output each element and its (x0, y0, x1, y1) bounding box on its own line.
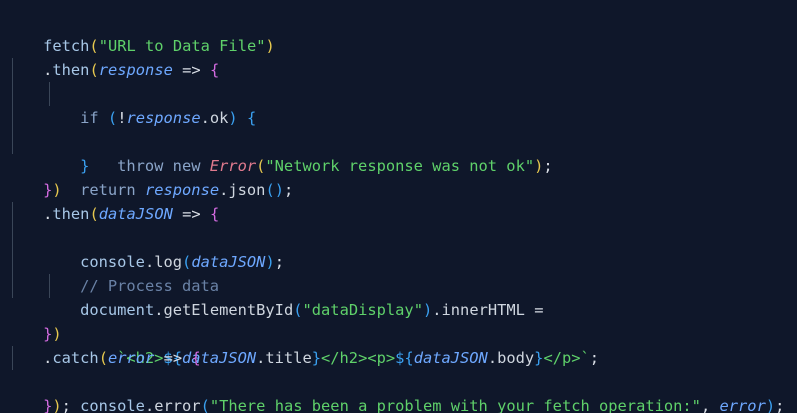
indent-guide (12, 274, 13, 298)
code-token: ) (765, 397, 776, 413)
code-line-1: fetch("URL to Data File") (6, 10, 797, 55)
indent-guide (12, 82, 13, 106)
indent-guide (49, 82, 50, 106)
code-token: ; (775, 397, 785, 413)
code-line-7: }) (6, 154, 797, 199)
indent-guide (12, 250, 13, 274)
code-line-11: document.getElementById("dataDisplay").i… (6, 250, 797, 319)
code-line-15: console.error("There has been a problem … (6, 346, 797, 413)
code-line-3: if (!response.ok) { (6, 58, 797, 127)
code-line-6: return response.json(); (6, 130, 797, 199)
code-token: .error (144, 397, 201, 413)
code-token: console (80, 397, 145, 413)
code-line-9: console.log(dataJSON); (6, 202, 797, 271)
indent-guide (12, 130, 13, 154)
code-line-5: } (6, 106, 797, 175)
code-line-8: .then(dataJSON => { (6, 178, 797, 223)
indent-guide (49, 274, 50, 298)
code-line-10: // Process data (6, 226, 797, 295)
code-editor[interactable]: fetch("URL to Data File") .then(response… (0, 0, 797, 413)
code-line-13: }) (6, 298, 797, 343)
indent-guide (12, 346, 13, 370)
indent-guide (12, 106, 13, 130)
indent-guide (12, 226, 13, 250)
code-token: ( (200, 397, 210, 413)
indent-guide (12, 202, 13, 226)
code-token: ) (52, 397, 62, 413)
code-line-2: .then(response => { (6, 34, 797, 79)
code-line-14: .catch(error => { (6, 322, 797, 367)
code-token: error (719, 397, 766, 413)
code-line-16: }); (6, 370, 797, 413)
code-token: } (43, 397, 53, 413)
indent-guide (12, 58, 13, 82)
code-line-4: throw new Error("Network response was no… (6, 82, 797, 175)
code-token: ; (61, 397, 71, 413)
code-token: "There has been a problem with your fetc… (209, 397, 701, 413)
code-token: , (700, 397, 720, 413)
code-line-12: `<h2>${dataJSON.title}</h2><p>${dataJSON… (6, 274, 797, 367)
